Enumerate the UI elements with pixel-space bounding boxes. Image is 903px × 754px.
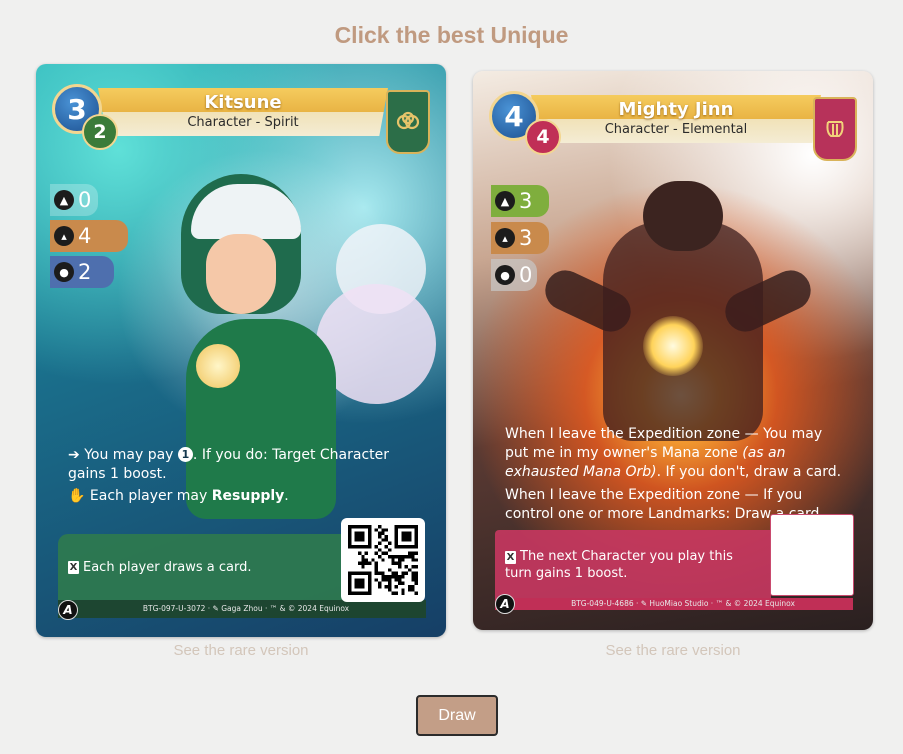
card-type: Character - Spirit	[187, 115, 299, 130]
lyre-emblem-icon	[813, 97, 857, 161]
reserve-x-icon: X	[68, 560, 79, 574]
page-title: Click the best Unique	[334, 22, 569, 48]
draw-button[interactable]: Draw	[416, 695, 498, 736]
forest-icon: ▲	[495, 191, 515, 211]
card-name: Mighty Jinn	[618, 99, 734, 120]
reserve-ability-box: X The next Character you play this turn g…	[495, 530, 771, 598]
ability-hand: ✋ Each player may Resupply.	[68, 488, 289, 504]
rare-version-link-mighty-jinn[interactable]: See the rare version	[473, 642, 873, 659]
water-power-stat: ● 0	[491, 259, 537, 291]
ability-play: ➔ You may pay 1. If you do: Target Chara…	[68, 447, 390, 482]
reserve-cost-badge: 2	[82, 114, 118, 150]
water-drop-icon: ●	[495, 265, 515, 285]
card-type: Character - Elemental	[604, 122, 748, 137]
reserve-x-icon: X	[505, 551, 516, 564]
hand-icon: ✋	[68, 488, 86, 504]
arrow-right-icon: ➔	[68, 447, 80, 463]
card-footer: BTG-049-U-4686 · ✎ HuoMiao Studio · ™ & …	[571, 599, 795, 608]
forest-icon: ▲	[54, 190, 74, 210]
card-title-banner: Mighty Jinn Character - Elemental	[531, 95, 821, 143]
rare-version-link-kitsune[interactable]: See the rare version	[36, 642, 446, 659]
water-drop-icon: ●	[54, 262, 74, 282]
qr-code	[341, 518, 425, 602]
water-power-stat: ● 2	[50, 256, 114, 288]
mountain-icon: ▴	[495, 228, 515, 248]
reserve-ability-box: X Each player draws a card.	[58, 534, 348, 600]
card-ability-text: ➔ You may pay 1. If you do: Target Chara…	[68, 446, 398, 506]
ability-leave-1: When I leave the Expedition zone — You m…	[505, 426, 842, 480]
forest-power-stat: ▲ 0	[50, 184, 98, 216]
mountain-power-stat: ▴ 3	[491, 222, 549, 254]
card-footer: BTG-097-U-3072 · ✎ Gaga Zhou · ™ & © 202…	[142, 604, 350, 613]
mountain-icon: ▴	[54, 226, 74, 246]
forest-power-stat: ▲ 3	[491, 185, 549, 217]
qr-placeholder	[770, 514, 854, 596]
card-kitsune[interactable]: Kitsune Character - Spirit 3 2 ▲ 0 ▴ 4 ●…	[36, 64, 446, 637]
mountain-power-stat: ▴ 4	[50, 220, 128, 252]
card-mighty-jinn[interactable]: Mighty Jinn Character - Elemental 4 4 ▲ …	[473, 71, 873, 630]
card-name: Kitsune	[204, 92, 282, 113]
mana-cost-icon: 1	[177, 447, 193, 462]
knot-emblem-icon	[386, 90, 430, 154]
card-title-banner: Kitsune Character - Spirit	[98, 88, 388, 136]
reserve-cost-badge: 4	[525, 119, 561, 155]
altered-logo-icon: A	[58, 600, 78, 620]
altered-logo-icon: A	[495, 594, 515, 614]
card-ability-text: When I leave the Expedition zone — You m…	[505, 425, 845, 524]
